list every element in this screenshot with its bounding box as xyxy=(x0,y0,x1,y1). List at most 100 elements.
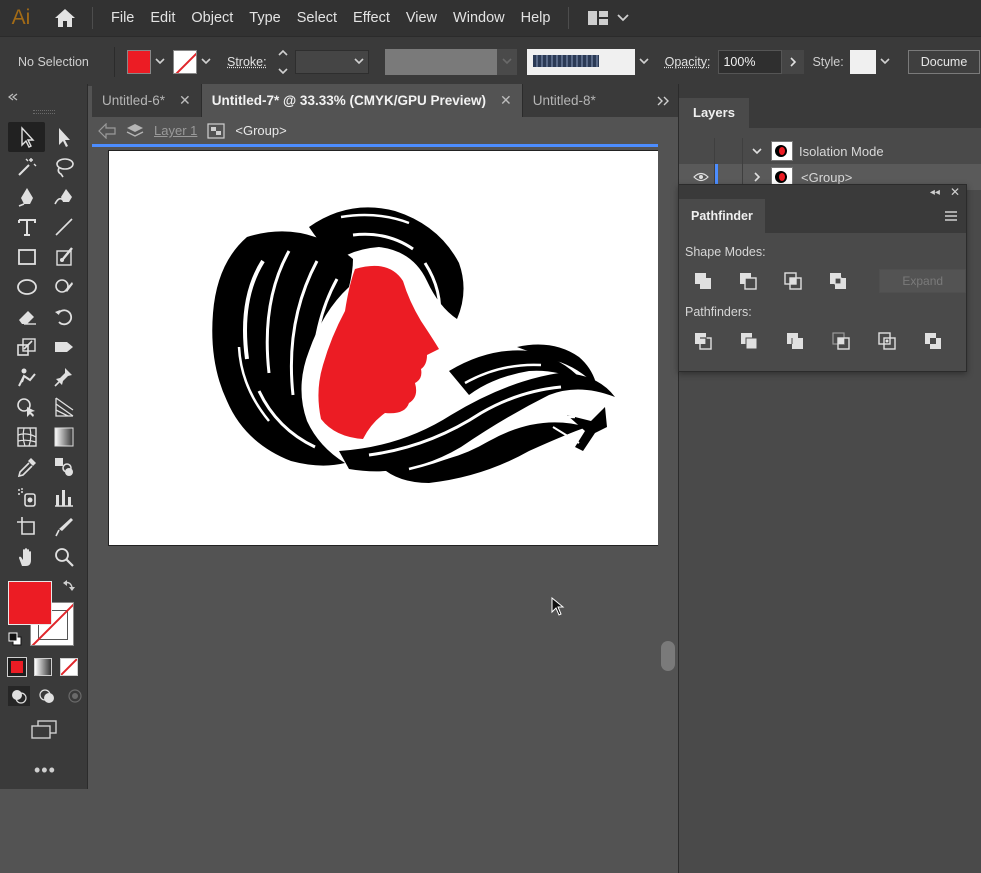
scrollbar-thumb[interactable] xyxy=(661,641,675,671)
menu-edit[interactable]: Edit xyxy=(142,0,183,36)
curvature-tool[interactable] xyxy=(45,182,82,212)
color-mode-button[interactable] xyxy=(7,657,27,677)
breadcrumb-group[interactable]: <Group> xyxy=(235,123,286,138)
magic-wand-tool[interactable] xyxy=(8,152,45,182)
rectangle-tool[interactable] xyxy=(8,242,45,272)
screen-mode-icon[interactable] xyxy=(30,720,58,743)
hand-tool[interactable] xyxy=(8,542,45,572)
exclude-icon[interactable] xyxy=(826,269,849,293)
outline-icon[interactable] xyxy=(875,329,899,353)
artboard-tool[interactable] xyxy=(8,512,45,542)
puppet-warp-tool[interactable] xyxy=(8,362,45,392)
paintbrush-tool[interactable] xyxy=(45,242,82,272)
menu-select[interactable]: Select xyxy=(289,0,345,36)
eraser-tool[interactable] xyxy=(8,302,45,332)
tab-untitled-7[interactable]: Untitled-7* @ 33.33% (CMYK/GPU Preview) … xyxy=(201,84,523,117)
draw-behind-icon[interactable] xyxy=(36,686,58,706)
pen-tool[interactable] xyxy=(8,182,45,212)
direct-selection-tool[interactable] xyxy=(45,122,82,152)
none-mode-button[interactable] xyxy=(60,658,78,676)
stroke-weight-stepper[interactable] xyxy=(275,49,291,75)
tab-untitled-8[interactable]: Untitled-8* xyxy=(522,84,606,117)
artboard[interactable] xyxy=(108,150,659,546)
draw-normal-icon[interactable] xyxy=(8,686,30,706)
expand-button[interactable]: Expand xyxy=(879,269,967,293)
draw-inside-icon[interactable] xyxy=(64,686,86,706)
breadcrumb-layer[interactable]: Layer 1 xyxy=(154,123,197,138)
scale-tool[interactable] xyxy=(8,332,45,362)
stroke-weight-field[interactable] xyxy=(294,49,369,74)
collapse-icon[interactable] xyxy=(8,93,18,101)
width-tool[interactable] xyxy=(45,332,82,362)
layer-row-isolation[interactable]: Isolation Mode xyxy=(679,138,981,164)
toolbar-grip[interactable] xyxy=(32,110,55,114)
menu-help[interactable]: Help xyxy=(513,0,559,36)
document-setup-button[interactable]: Docume xyxy=(907,49,981,74)
merge-icon[interactable] xyxy=(783,329,807,353)
fill-dropdown[interactable] xyxy=(151,50,169,74)
menu-effect[interactable]: Effect xyxy=(345,0,398,36)
home-icon[interactable] xyxy=(48,0,82,36)
pin-tool[interactable] xyxy=(45,362,82,392)
divide-icon[interactable] xyxy=(691,329,715,353)
mesh-tool[interactable] xyxy=(8,422,45,452)
lasso-tool[interactable] xyxy=(45,152,82,182)
style-dropdown[interactable] xyxy=(876,50,894,74)
tab-layers[interactable]: Layers xyxy=(679,98,749,128)
shape-builder-tool[interactable] xyxy=(8,392,45,422)
line-tool[interactable] xyxy=(45,212,82,242)
brush-dropdown[interactable] xyxy=(635,50,653,74)
gradient-tool[interactable] xyxy=(45,422,82,452)
column-graph-tool[interactable] xyxy=(45,482,82,512)
vertical-scrollbar[interactable] xyxy=(658,117,678,873)
crop-icon[interactable] xyxy=(829,329,853,353)
brush-definition[interactable] xyxy=(526,48,635,75)
workspace-switcher[interactable] xyxy=(579,10,630,26)
expand-toggle[interactable] xyxy=(743,138,771,164)
zoom-tool[interactable] xyxy=(45,542,82,572)
selection-tool[interactable] xyxy=(8,122,45,152)
edit-toolbar-icon[interactable]: ••• xyxy=(34,760,56,781)
fill-swatch[interactable] xyxy=(127,49,151,74)
minus-back-icon[interactable] xyxy=(921,329,945,353)
stroke-label[interactable]: Stroke: xyxy=(227,55,267,69)
trim-icon[interactable] xyxy=(737,329,761,353)
intersect-icon[interactable] xyxy=(781,269,804,293)
menu-file[interactable]: File xyxy=(103,0,142,36)
unite-icon[interactable] xyxy=(691,269,714,293)
slice-tool[interactable] xyxy=(45,512,82,542)
gradient-mode-button[interactable] xyxy=(34,658,52,676)
menu-type[interactable]: Type xyxy=(241,0,288,36)
close-icon[interactable]: ✕ xyxy=(179,92,191,109)
stroke-swatch[interactable] xyxy=(173,49,197,74)
menu-window[interactable]: Window xyxy=(445,0,513,36)
fill-color-box[interactable] xyxy=(8,581,52,625)
profile-dropdown[interactable] xyxy=(496,48,517,75)
woman-hair-artwork[interactable] xyxy=(109,151,660,547)
menu-object[interactable]: Object xyxy=(183,0,241,36)
minus-front-icon[interactable] xyxy=(736,269,759,293)
tab-pathfinder[interactable]: Pathfinder xyxy=(679,199,765,233)
rotate-tool[interactable] xyxy=(45,302,82,332)
menu-view[interactable]: View xyxy=(398,0,445,36)
lock-cell[interactable] xyxy=(715,138,743,164)
stroke-color-dropdown[interactable] xyxy=(197,50,215,74)
blend-tool[interactable] xyxy=(45,452,82,482)
opacity-input[interactable]: 100% xyxy=(718,49,783,74)
variable-width-profile[interactable] xyxy=(384,48,497,75)
collapse-icon[interactable]: ◂◂ xyxy=(930,187,940,198)
tab-untitled-6[interactable]: Untitled-6* ✕ xyxy=(92,84,202,117)
opacity-label[interactable]: Opacity: xyxy=(665,55,711,69)
symbol-sprayer-tool[interactable] xyxy=(8,482,45,512)
tab-overflow-icon[interactable] xyxy=(648,84,678,117)
opacity-slider-button[interactable] xyxy=(782,49,805,74)
panel-title-bar[interactable]: ◂◂ ✕ xyxy=(679,185,966,199)
graphic-style-swatch[interactable] xyxy=(849,49,876,74)
panel-menu-icon[interactable] xyxy=(944,199,966,233)
visibility-cell[interactable] xyxy=(687,138,715,164)
close-icon[interactable]: ✕ xyxy=(950,185,960,199)
back-arrow-icon[interactable] xyxy=(98,122,116,139)
default-colors-icon[interactable] xyxy=(8,632,22,649)
shaper-tool[interactable] xyxy=(45,272,82,302)
type-tool[interactable] xyxy=(8,212,45,242)
